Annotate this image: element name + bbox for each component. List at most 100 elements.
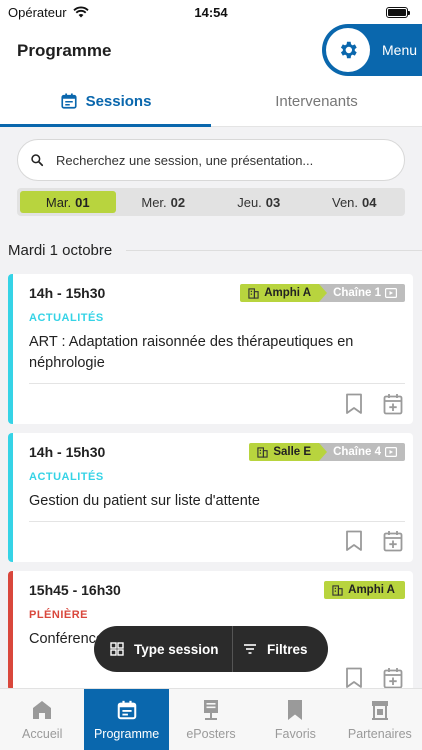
chain-label: Chaîne 4	[333, 446, 381, 458]
tab-intervenants[interactable]: Intervenants	[211, 76, 422, 126]
tab-partenaires[interactable]: Partenaires	[338, 689, 422, 750]
room-badge: Amphi A	[324, 581, 405, 599]
day-tab-jeu[interactable]: Jeu. 03	[211, 191, 307, 213]
day-name: Mar.	[45, 194, 72, 210]
day-selector: Mar. 01 Mer. 02 Jeu. 03 Ven. 04	[17, 188, 405, 216]
bottom-tab-bar: Accueil Programme ePosters Favoris Parte…	[0, 688, 422, 750]
tab-programme-label: Programme	[93, 726, 160, 741]
card-actions	[345, 393, 403, 415]
wifi-icon	[72, 6, 89, 18]
add-to-calendar-icon[interactable]	[383, 393, 403, 415]
day-number: 03	[265, 194, 281, 210]
card-divider	[29, 521, 405, 522]
tab-accueil[interactable]: Accueil	[0, 689, 84, 750]
day-tab-ven[interactable]: Ven. 04	[307, 191, 403, 213]
session-time: 14h - 15h30	[29, 285, 106, 301]
tab-eposters[interactable]: ePosters	[169, 689, 253, 750]
search-icon	[31, 154, 44, 167]
filters-label: Filtres	[267, 641, 308, 657]
bookmark-icon	[288, 699, 303, 720]
session-category: PLÉNIÈRE	[29, 609, 89, 621]
page-title: Programme	[17, 41, 112, 60]
building-icon	[257, 446, 268, 458]
day-number: 01	[75, 194, 90, 210]
building-icon	[248, 287, 259, 299]
day-name: Ven.	[332, 194, 359, 210]
menu-button[interactable]: Menu	[322, 24, 422, 76]
date-heading: Mardi 1 octobre	[8, 242, 422, 259]
video-icon	[385, 447, 397, 457]
tab-sessions-label: Sessions	[85, 92, 152, 110]
day-tab-mar[interactable]: Mar. 01	[20, 191, 116, 213]
video-icon	[385, 288, 397, 298]
calendar-icon	[60, 93, 77, 109]
day-name: Jeu.	[237, 194, 262, 210]
chain-badge: Chaîne 1	[319, 284, 405, 302]
tab-eposters-label: ePosters	[186, 726, 236, 741]
poster-icon	[204, 699, 219, 720]
room-badge: Amphi A	[240, 284, 327, 302]
room-label: Salle E	[273, 446, 312, 458]
session-time: 15h45 - 16h30	[29, 582, 121, 598]
tab-programme[interactable]: Programme	[84, 689, 169, 750]
session-title: ART : Adaptation raisonnée des thérapeut…	[29, 334, 354, 371]
card-actions	[345, 530, 403, 552]
session-badges: Amphi A Chaîne 1	[240, 284, 405, 302]
grid-icon	[110, 642, 124, 656]
session-card[interactable]: 14h - 15h30 Amphi A Chaîne 1 ACTUALITÉS …	[8, 274, 413, 424]
date-heading-label: Mardi 1 octobre	[8, 242, 113, 259]
search-placeholder: Recherchez une session, une présentation…	[56, 152, 314, 168]
type-session-button[interactable]: Type session	[94, 626, 232, 672]
home-icon	[33, 700, 52, 719]
calendar-icon	[117, 700, 136, 719]
tab-favoris-label: Favoris	[274, 726, 316, 741]
tab-accueil-label: Accueil	[22, 726, 63, 741]
tab-bar-top: Sessions Intervenants	[0, 76, 422, 127]
filters-button[interactable]: Filtres	[233, 626, 308, 672]
status-bar: Opérateur 14:54	[0, 0, 422, 24]
booth-icon	[371, 700, 388, 720]
carrier-label: Opérateur	[8, 4, 67, 20]
session-badges: Amphi A	[324, 581, 405, 599]
session-time: 14h - 15h30	[29, 444, 106, 460]
day-tab-mer[interactable]: Mer. 02	[116, 191, 212, 213]
menu-label: Menu	[382, 42, 418, 58]
chain-label: Chaîne 1	[333, 287, 381, 299]
tab-sessions[interactable]: Sessions	[0, 76, 211, 127]
bookmark-icon[interactable]	[345, 393, 363, 415]
session-card[interactable]: 14h - 15h30 Salle E Chaîne 4 ACTUALITÉS …	[8, 433, 413, 562]
filter-icon	[244, 644, 256, 654]
session-category: ACTUALITÉS	[29, 312, 104, 324]
menu-icon-wrap	[326, 28, 370, 72]
day-number: 02	[170, 194, 186, 210]
header: Programme Menu	[0, 24, 422, 76]
date-heading-divider	[126, 250, 422, 251]
tab-favoris[interactable]: Favoris	[253, 689, 337, 750]
session-title: Gestion du patient sur liste d'attente	[29, 493, 260, 509]
building-icon	[332, 584, 343, 596]
card-actions	[345, 667, 403, 689]
search-input[interactable]: Recherchez une session, une présentation…	[17, 139, 405, 181]
add-to-calendar-icon[interactable]	[383, 530, 403, 552]
day-name: Mer.	[141, 194, 167, 210]
status-left: Opérateur	[8, 5, 89, 20]
type-session-label: Type session	[134, 641, 219, 657]
session-category: ACTUALITÉS	[29, 471, 104, 483]
add-to-calendar-icon[interactable]	[383, 667, 403, 689]
session-badges: Salle E Chaîne 4	[249, 443, 405, 461]
room-label: Amphi A	[264, 287, 312, 299]
category-color-bar	[8, 571, 13, 691]
room-badge: Salle E	[249, 443, 327, 461]
day-number: 04	[362, 194, 377, 210]
tab-partenaires-label: Partenaires	[347, 726, 412, 741]
card-divider	[29, 383, 405, 384]
battery-icon	[386, 6, 410, 18]
category-color-bar	[8, 274, 13, 424]
room-label: Amphi A	[348, 584, 395, 596]
bookmark-icon[interactable]	[345, 667, 363, 689]
gear-icon	[340, 41, 357, 59]
tab-intervenants-label: Intervenants	[275, 92, 358, 110]
chain-badge: Chaîne 4	[319, 443, 405, 461]
floating-filter-bar: Type session Filtres	[94, 626, 328, 672]
bookmark-icon[interactable]	[345, 530, 363, 552]
